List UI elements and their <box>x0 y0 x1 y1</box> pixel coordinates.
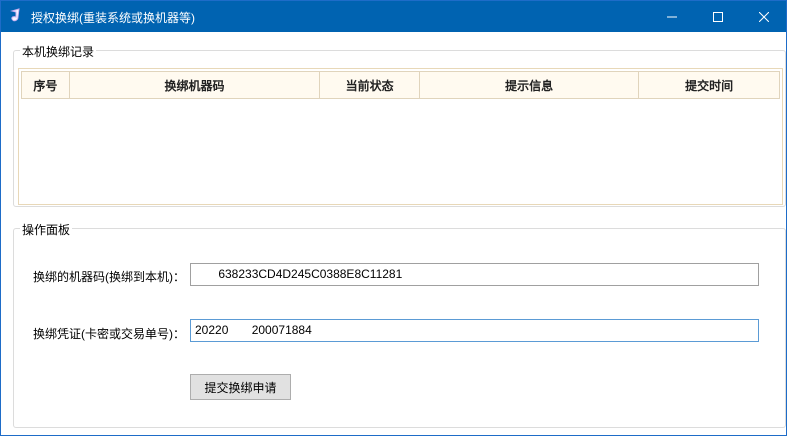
voucher-label: 换绑凭证(卡密或交易单号)： <box>33 327 185 341</box>
record-group-title: 本机换绑记录 <box>20 43 97 60</box>
column-header-index[interactable]: 序号 <box>22 72 70 98</box>
voucher-input[interactable]: 20220 200071884 <box>190 319 759 342</box>
minimize-button[interactable] <box>649 1 695 32</box>
record-group: 本机换绑记录 序号 换绑机器码 当前状态 提示信息 提交时间 <box>13 43 786 207</box>
app-window: 授权换绑(重装系统或换机器等) 本机换绑记录 序号 换绑机器码 当前状态 提示信… <box>0 0 787 436</box>
close-icon <box>759 11 769 22</box>
window-title: 授权换绑(重装系统或换机器等) <box>31 11 195 25</box>
column-header-submit-time[interactable]: 提交时间 <box>639 72 779 98</box>
minimize-icon <box>667 16 677 17</box>
column-header-machine-code[interactable]: 换绑机器码 <box>70 72 321 98</box>
column-header-status[interactable]: 当前状态 <box>320 72 420 98</box>
app-icon <box>9 8 25 24</box>
record-grid[interactable]: 序号 换绑机器码 当前状态 提示信息 提交时间 <box>18 68 783 205</box>
column-header-message[interactable]: 提示信息 <box>420 72 640 98</box>
client-area: 本机换绑记录 序号 换绑机器码 当前状态 提示信息 提交时间 操作面板 换绑的机… <box>1 32 786 435</box>
operation-group-title: 操作面板 <box>20 221 73 238</box>
maximize-button[interactable] <box>695 1 741 32</box>
operation-group: 操作面板 换绑的机器码(换绑到本机)： 638233CD4D245C0388E8… <box>13 221 786 428</box>
submit-rebind-button[interactable]: 提交换绑申请 <box>190 374 291 400</box>
grid-header: 序号 换绑机器码 当前状态 提示信息 提交时间 <box>21 71 780 99</box>
close-button[interactable] <box>741 1 787 32</box>
machine-code-input[interactable]: 638233CD4D245C0388E8C11281 <box>190 263 759 286</box>
maximize-icon <box>713 11 723 22</box>
machine-code-label: 换绑的机器码(换绑到本机)： <box>33 270 185 284</box>
title-bar[interactable]: 授权换绑(重装系统或换机器等) <box>1 1 786 32</box>
